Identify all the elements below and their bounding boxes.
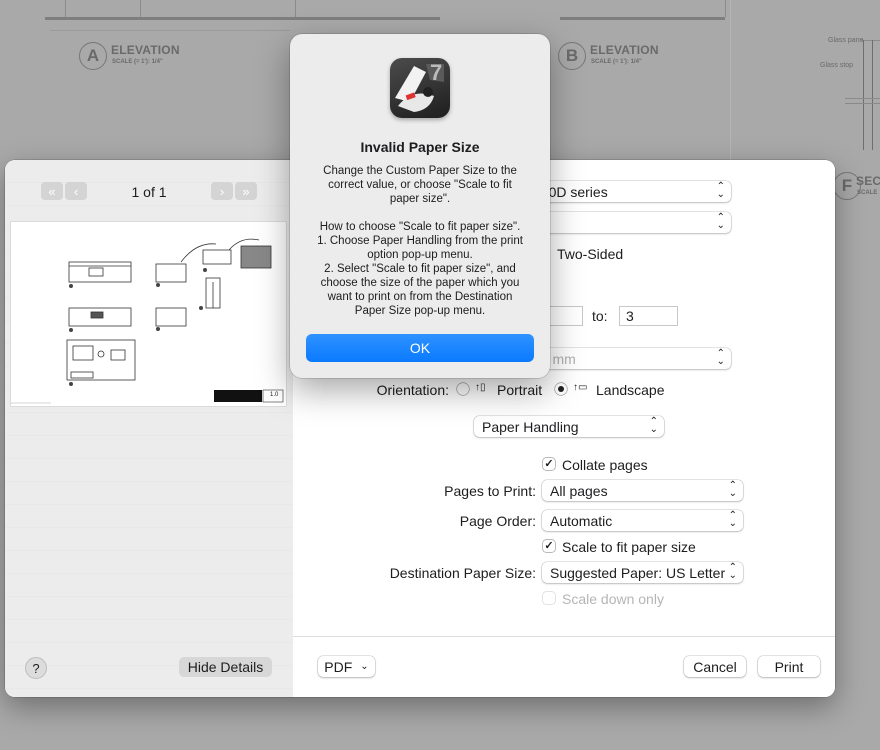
pages-to-print-value: All pages	[550, 482, 608, 499]
page-order-label: Page Order:	[459, 513, 536, 529]
preview-sidebar: « ‹ 1 of 1 › » 1.0 ? Hide Details	[5, 160, 293, 697]
ok-button[interactable]: OK	[306, 334, 534, 362]
pdf-label: PDF	[324, 658, 353, 675]
elevation-a-title: ELEVATION	[111, 43, 180, 57]
pages-to-print-label: Pages to Print:	[444, 483, 536, 499]
portrait-label[interactable]: Portrait	[497, 382, 542, 398]
section-title: SEC	[856, 174, 880, 188]
landscape-label[interactable]: Landscape	[596, 382, 665, 398]
paper-size-popup[interactable]: 14 mm ⌃ ⌄	[523, 348, 731, 369]
cancel-button[interactable]: Cancel	[684, 656, 746, 677]
print-button[interactable]: Print	[758, 656, 820, 677]
page-order-popup[interactable]: Automatic ⌃ ⌄	[542, 510, 743, 531]
presets-popup[interactable]: ıs ⌃⌄	[523, 212, 731, 233]
next-page-button[interactable]: ›	[211, 182, 233, 200]
elevation-b-scale: SCALE (= 1'): 1/4"	[591, 59, 642, 65]
chevron-updown-icon: ⌃ ⌄	[728, 480, 737, 499]
last-page-icon: »	[242, 183, 250, 199]
elevation-a-letter: A	[86, 46, 100, 65]
destination-paper-size-popup[interactable]: Suggested Paper: US Letter ⌃ ⌄	[542, 562, 743, 583]
elevation-a-marker: A	[79, 42, 107, 70]
portrait-icon: ↑▯	[475, 382, 486, 393]
page-count: 1 of 1	[131, 184, 167, 200]
printer-popup[interactable]: 820D series ⌃ ⌄	[523, 181, 731, 202]
elevation-b-letter: B	[565, 46, 579, 65]
chevron-updown-icon: ⌃ ⌄	[716, 181, 725, 200]
collate-label: Collate pages	[562, 457, 648, 473]
first-page-icon: «	[48, 183, 56, 199]
last-page-button[interactable]: »	[235, 182, 257, 200]
page-nav-back: « ‹	[41, 182, 87, 200]
elevation-b-title: ELEVATION	[590, 43, 659, 57]
alert-instruction-heading: How to choose "Scale to fit paper size".	[319, 221, 521, 233]
elevation-a-scale: SCALE (= 1'): 1/4"	[112, 59, 163, 65]
chevron-updown-icon: ⌃ ⌄	[728, 510, 737, 529]
scale-to-fit-checkbox[interactable]: ✓	[543, 540, 555, 552]
pages-to-print-popup[interactable]: All pages ⌃ ⌄	[542, 480, 743, 501]
chevron-updown-icon: ⌃ ⌄	[728, 562, 737, 581]
first-page-button[interactable]: «	[41, 182, 63, 200]
footer-divider	[293, 636, 835, 637]
previous-page-icon: ‹	[73, 183, 79, 199]
section-menu-popup[interactable]: Paper Handling ⌃ ⌄	[474, 416, 664, 437]
chevron-updown-icon: ⌃ ⌄	[716, 212, 725, 231]
section-menu-value: Paper Handling	[482, 418, 579, 435]
section-letter: F	[841, 176, 853, 195]
landscape-radio[interactable]	[555, 383, 567, 395]
section-scale: SCALE	[857, 190, 878, 196]
alert-title: Invalid Paper Size	[360, 139, 480, 155]
collate-checkbox[interactable]: ✓	[543, 458, 555, 470]
orientation-label: Orientation:	[376, 382, 449, 398]
page-preview: 1.0	[11, 222, 286, 406]
chevron-down-icon: ⌄	[360, 661, 369, 672]
alert-instruction-step-1: 1. Choose Paper Handling from the print …	[317, 235, 523, 261]
pdf-menu-button[interactable]: PDF ⌄	[318, 656, 375, 677]
landscape-icon: ↑▭	[573, 382, 588, 393]
hide-details-button[interactable]: Hide Details	[179, 657, 272, 677]
previous-page-button[interactable]: ‹	[65, 182, 87, 200]
scale-down-only-checkbox[interactable]	[543, 592, 555, 604]
portrait-radio[interactable]	[457, 383, 469, 395]
help-button[interactable]: ?	[25, 657, 47, 679]
destination-paper-size-label: Destination Paper Size:	[389, 565, 536, 581]
destination-paper-size-value: Suggested Paper: US Letter	[550, 564, 726, 581]
pages-to-value: 3	[626, 308, 634, 324]
elevation-b-marker: B	[558, 42, 586, 70]
alert-message-instructions: How to choose "Scale to fit paper size".…	[312, 220, 528, 318]
page-order-value: Automatic	[550, 512, 613, 529]
alert-instruction-step-2: 2. Select "Scale to fit paper size", and…	[320, 263, 520, 317]
chevron-updown-icon: ⌃ ⌄	[649, 416, 658, 435]
pages-to-label: to:	[592, 308, 608, 324]
two-sided-label: Two-Sided	[557, 246, 624, 262]
preview-drawing	[11, 238, 284, 404]
next-page-icon: ›	[219, 183, 225, 199]
chevron-updown-icon: ⌃ ⌄	[716, 348, 725, 367]
alert-message: Change the Custom Paper Size to the corr…	[312, 164, 528, 318]
app-icon-badge: 7	[430, 60, 443, 85]
app-icon: 7	[390, 58, 450, 118]
alert-message-primary: Change the Custom Paper Size to the corr…	[323, 165, 517, 205]
note-glass-pane: Glass pane	[828, 37, 864, 44]
scale-to-fit-label: Scale to fit paper size	[562, 539, 696, 555]
scale-down-only-label: Scale down only	[562, 591, 664, 607]
invalid-paper-size-alert: 7 Invalid Paper Size Change the Custom P…	[290, 34, 550, 378]
pages-to-field[interactable]: 3	[619, 306, 678, 326]
preview-page-number: 1.0	[270, 392, 279, 398]
note-glass-stop: Glass stop	[820, 62, 854, 69]
page-nav-forward: › »	[211, 182, 257, 200]
